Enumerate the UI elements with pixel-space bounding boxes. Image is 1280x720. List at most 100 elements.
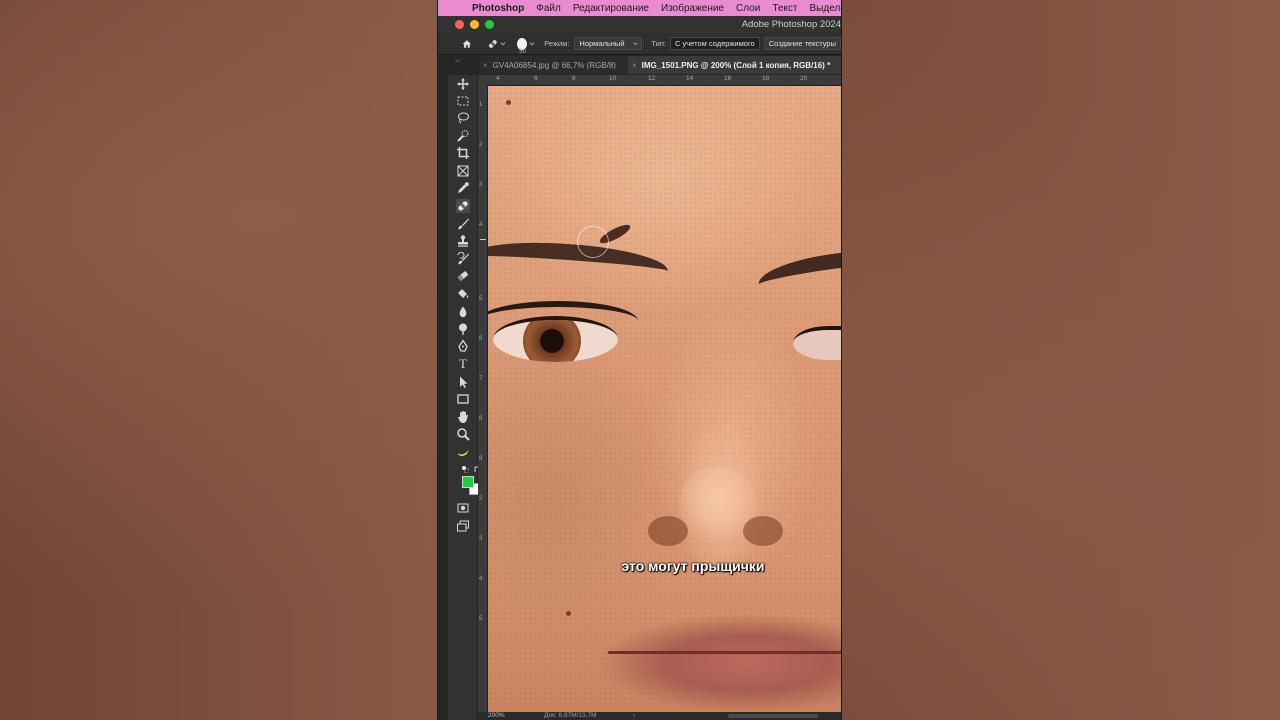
ruler-number: 14: [686, 75, 694, 82]
video-subtitle: это могут прыщички: [621, 558, 765, 574]
ruler-number: 9: [479, 456, 483, 462]
menu-file[interactable]: Файл: [536, 3, 561, 14]
tab-document-1[interactable]: × GV4A06854.jpg @ 66,7% (RGB/8): [479, 56, 629, 74]
status-menu-arrow[interactable]: ›: [633, 712, 635, 719]
ruler-number: 6: [534, 75, 538, 82]
spot-healing-preset-icon[interactable]: [487, 37, 499, 51]
menu-image[interactable]: Изображение: [661, 3, 724, 14]
ruler-number: 5: [479, 616, 483, 622]
ruler-number: 18: [762, 75, 770, 82]
banana-icon[interactable]: [456, 445, 470, 459]
foreground-color-swatch[interactable]: [462, 476, 474, 488]
crop-icon[interactable]: [456, 146, 470, 160]
paint-bucket-icon[interactable]: [456, 287, 470, 301]
tools-panel: T: [448, 75, 481, 720]
ruler-number: 3: [479, 536, 483, 542]
pen-icon[interactable]: [456, 339, 470, 353]
panel-collapse-icon[interactable]: ‹‹: [455, 58, 460, 65]
ruler-number: 10: [609, 75, 617, 82]
menu-type[interactable]: Текст: [772, 3, 797, 14]
ruler-number: 16: [724, 75, 732, 82]
photo-lip-line: [608, 651, 841, 654]
zoom-icon[interactable]: [456, 427, 470, 441]
quick-mask-icon[interactable]: [456, 501, 470, 515]
ruler-vertical[interactable]: 1 2 3 4 5 6 7 8 9 2 3 4 5: [478, 86, 488, 712]
menu-layers[interactable]: Слои: [736, 3, 760, 14]
zoom-level[interactable]: 200%: [488, 712, 505, 719]
type-icon[interactable]: T: [456, 357, 470, 371]
close-tab-icon[interactable]: ×: [632, 61, 637, 70]
window-title: Adobe Photoshop 2024: [741, 19, 841, 30]
eyedropper-icon[interactable]: [456, 181, 470, 195]
photo-lips: [598, 614, 841, 712]
move-icon[interactable]: [456, 77, 470, 91]
document-info: Док: 6,87M/13,7M: [544, 712, 597, 719]
photo-left-nostril: [648, 516, 688, 546]
ruler-number: 4: [496, 75, 500, 82]
options-bar: 50 Режим: Нормальный Тип: С учетом содер…: [438, 33, 841, 55]
rectangle-icon[interactable]: [456, 392, 470, 406]
hand-icon[interactable]: [456, 410, 470, 424]
type-content-aware-button[interactable]: С учетом содержимого: [670, 37, 760, 50]
ruler-corner: [478, 75, 488, 86]
screen-mode-icon[interactable]: [456, 519, 470, 533]
ruler-number: 2: [479, 142, 483, 148]
dodge-icon[interactable]: [456, 322, 470, 336]
ruler-number: 4: [479, 576, 483, 582]
brush-icon[interactable]: [456, 217, 470, 231]
brush-preset-picker[interactable]: 50: [517, 37, 528, 55]
ruler-number: 7: [479, 376, 483, 382]
frame-icon[interactable]: [456, 164, 470, 178]
menu-app-name[interactable]: Photoshop: [472, 3, 524, 14]
path-select-icon[interactable]: [456, 375, 470, 389]
horizontal-scrollbar[interactable]: [728, 714, 818, 718]
ruler-number: 5: [479, 296, 483, 302]
tab-document-2[interactable]: × IMG_1501.PNG @ 200% (Слой 1 копия, RGB…: [628, 56, 841, 74]
lasso-icon[interactable]: [456, 111, 470, 125]
home-icon[interactable]: [461, 37, 473, 51]
photoshop-window: Photoshop Файл Редактирование Изображени…: [438, 0, 841, 720]
default-colors-icon[interactable]: [462, 466, 469, 473]
ruler-number: 6: [479, 336, 483, 342]
mode-select[interactable]: Нормальный: [574, 37, 643, 50]
chevron-down-icon[interactable]: [500, 40, 506, 47]
close-tab-icon[interactable]: ×: [483, 61, 488, 70]
photo-blemish: [566, 611, 571, 616]
photo-left-eye: [493, 316, 618, 362]
title-bar: Adobe Photoshop 2024: [438, 16, 841, 33]
ruler-cursor-marker: [480, 239, 486, 240]
ruler-number: 1: [479, 102, 483, 108]
minimize-window-button[interactable]: [470, 20, 479, 29]
photo-right-nostril: [743, 516, 783, 546]
brush-cursor: [577, 226, 609, 258]
ruler-number: 8: [479, 416, 483, 422]
chevron-down-icon[interactable]: [529, 40, 535, 47]
clone-stamp-icon[interactable]: [456, 234, 470, 248]
document-tabs: ‹‹ × GV4A06854.jpg @ 66,7% (RGB/8) × IMG…: [438, 56, 841, 74]
spot-healing-icon[interactable]: [456, 199, 470, 213]
blur-icon[interactable]: [456, 305, 470, 319]
ruler-number: 2: [479, 496, 483, 502]
quick-select-icon[interactable]: [456, 129, 470, 143]
history-brush-icon[interactable]: [456, 252, 470, 266]
ruler-horizontal[interactable]: 4 6 8 10 12 14 16 18 20: [488, 75, 841, 86]
ruler-number: 20: [800, 75, 808, 82]
document-canvas[interactable]: это могут прыщички: [488, 86, 841, 712]
brush-size-value: 50: [519, 48, 526, 55]
photo-blemish: [506, 100, 511, 105]
menu-select[interactable]: Выделение: [810, 3, 841, 14]
type-label: Тип:: [651, 39, 667, 48]
type-create-texture-button[interactable]: Создание текстуры: [763, 37, 841, 50]
tab-label: GV4A06854.jpg @ 66,7% (RGB/8): [492, 60, 616, 70]
status-bar: 200% Док: 6,87M/13,7M ›: [478, 712, 841, 720]
zoom-window-button[interactable]: [485, 20, 494, 29]
mode-value: Нормальный: [579, 39, 625, 48]
menu-edit[interactable]: Редактирование: [573, 3, 649, 14]
ruler-number: 12: [648, 75, 656, 82]
ruler-number: 8: [572, 75, 576, 82]
mac-menu-bar: Photoshop Файл Редактирование Изображени…: [438, 0, 841, 16]
close-window-button[interactable]: [455, 20, 464, 29]
eraser-icon[interactable]: [456, 269, 470, 283]
marquee-icon[interactable]: [456, 94, 470, 108]
ruler-number: 3: [479, 182, 483, 188]
